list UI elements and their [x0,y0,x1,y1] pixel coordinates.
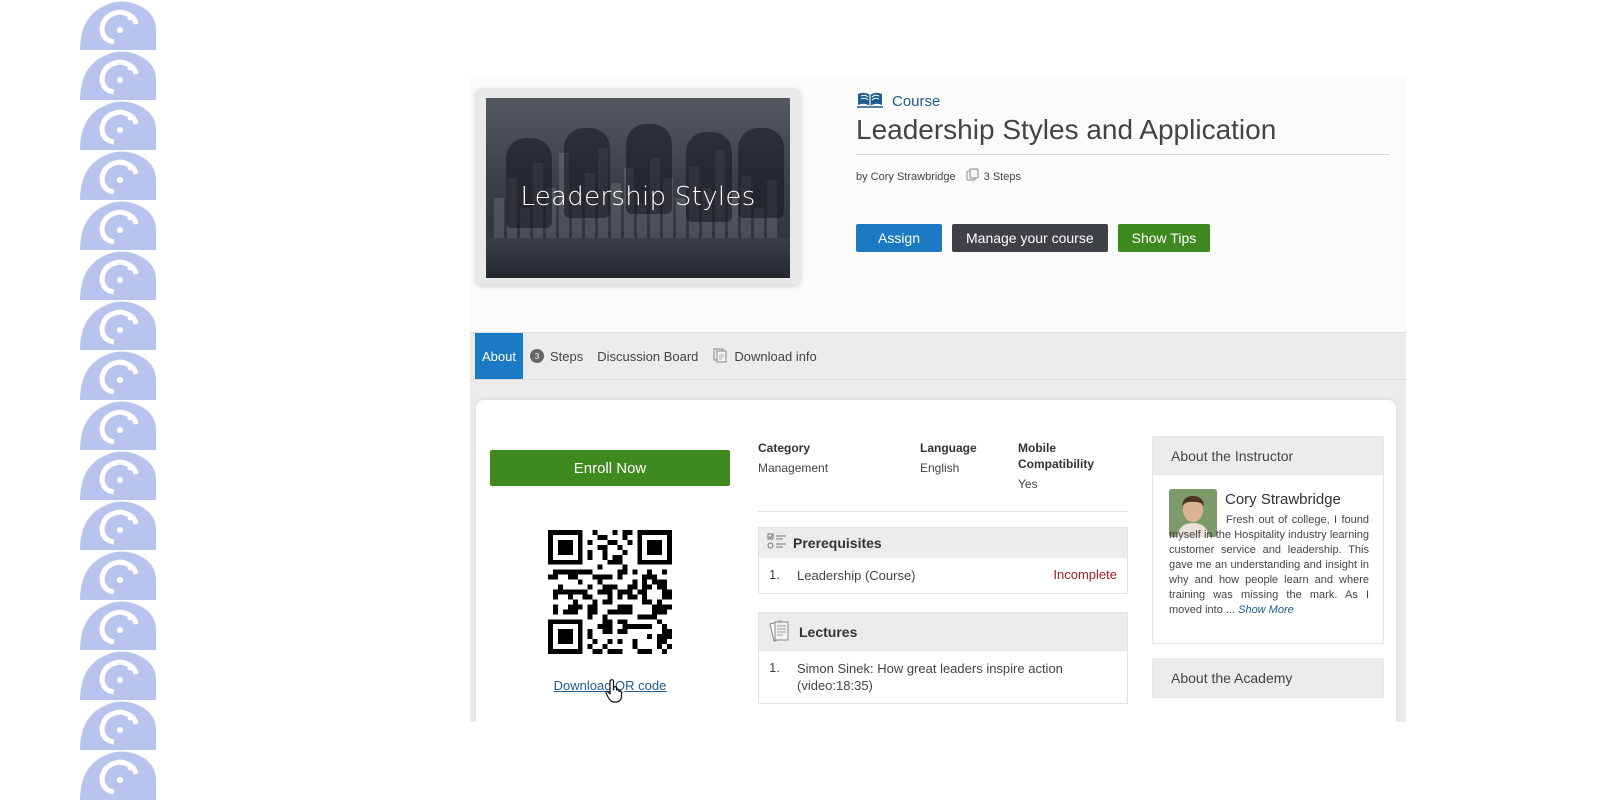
about-academy-box: About the Academy [1152,658,1384,698]
lecture-name: Simon Sinek: How great leaders inspire a… [797,661,1063,693]
tab-discussion-board[interactable]: Discussion Board [590,333,705,379]
tab-download-info[interactable]: Download info [705,333,823,379]
course-page: Leadership Styles Course Leadership Styl… [470,78,1406,722]
list-item-number: 1. [769,660,780,675]
tab-discussion-board-label: Discussion Board [597,348,699,364]
show-tips-button[interactable]: Show Tips [1117,224,1211,252]
tab-steps-label: Steps [549,348,584,364]
thumbnail-title: Leadership Styles [520,182,756,212]
language-label: Language [920,441,977,455]
list-item[interactable]: 1. Simon Sinek: How great leaders inspir… [759,651,1127,703]
list-item[interactable]: 1. Leadership (Course) Incomplete [759,558,1127,593]
show-more-link[interactable]: Show More [1238,604,1294,616]
lectures-title: Lectures [799,624,858,640]
steps-count-label: 3 Steps [983,170,1021,183]
course-tabs: About 3 Steps Discussion Board Download … [470,332,1406,380]
course-actions: Assign Manage your course Show Tips [856,224,1211,252]
steps-count: 3 Steps [966,168,1021,185]
tab-about[interactable]: About [475,333,523,379]
about-instructor-header: About the Instructor [1153,437,1383,475]
list-item-number: 1. [769,567,780,582]
language-info: Language English [920,440,977,475]
open-book-icon [856,89,884,113]
enroll-now-button[interactable]: Enroll Now [490,450,730,486]
decorative-pattern-strip [80,0,156,800]
mobile-compatibility-label: Mobile Compatibility [1018,441,1095,471]
mobile-compatibility-info: Mobile Compatibility Yes [1018,440,1128,491]
instructor-bio-text: Fresh out of college, I found myself in … [1169,514,1369,616]
page-title: Leadership Styles and Application [856,114,1390,155]
course-type: Course [856,90,940,112]
course-type-label: Course [892,92,941,110]
language-value: English [920,461,960,475]
steps-icon [966,168,980,185]
about-card: Enroll Now Download QR code Category Man… [476,400,1396,722]
course-author: by Cory Strawbridge [856,170,956,183]
manage-course-button[interactable]: Manage your course [952,224,1108,252]
checklist-icon [767,533,787,554]
lectures-header: Lectures [759,613,1127,651]
instructor-bio: Fresh out of college, I found myself in … [1169,489,1369,618]
status-badge: Incomplete [1053,567,1117,582]
category-label: Category [758,441,811,455]
lectures-section: Lectures 1. Simon Sinek: How great leade… [758,612,1128,704]
instructor-body: Cory Strawbridge Fresh out of college, I… [1153,475,1383,643]
tab-steps[interactable]: 3 Steps [523,333,590,379]
prerequisites-header: Prerequisites [759,528,1127,558]
course-meta: by Cory Strawbridge 3 Steps [856,168,1021,185]
category-value: Management [758,461,829,475]
instructor-bio-wrap: Fresh out of college, I found myself in … [1169,489,1369,618]
document-download-icon [712,347,728,366]
about-academy-header: About the Academy [1153,659,1383,697]
qr-code [548,530,672,654]
steps-count-badge: 3 [529,349,544,363]
hand-pointer-cursor-icon [604,678,626,704]
tab-download-info-label: Download info [734,348,817,364]
prerequisite-name: Leadership (Course) [797,568,916,583]
course-thumbnail-frame: Leadership Styles [476,88,800,284]
mobile-compatibility-value: Yes [1018,477,1038,491]
course-thumbnail: Leadership Styles [486,98,790,278]
course-header: Leadership Styles Course Leadership Styl… [470,78,1406,332]
category-info: Category Management [758,440,828,475]
tab-about-label: About [482,348,516,364]
assign-button[interactable]: Assign [856,224,942,252]
about-instructor-box: About the Instructor Cory Strawbridge Fr… [1152,436,1384,644]
prerequisites-section: Prerequisites 1. Leadership (Course) Inc… [758,527,1128,594]
prerequisites-title: Prerequisites [793,535,882,551]
course-info: Category Management Language English Mob… [758,440,1128,512]
lecture-documents-icon [767,618,793,647]
